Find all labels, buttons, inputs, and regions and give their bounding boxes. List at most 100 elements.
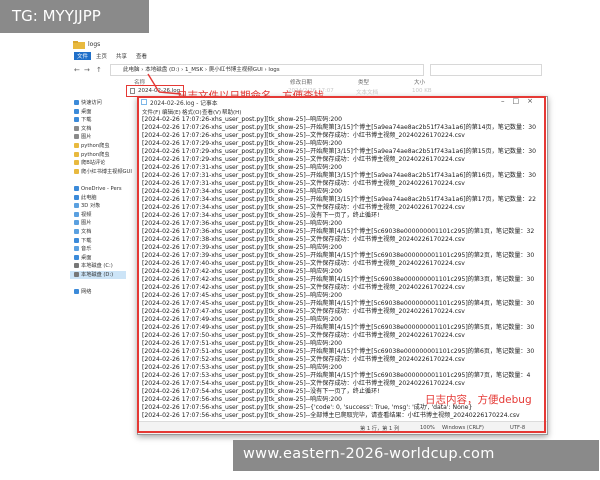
nav-item[interactable]: 图片 (74, 133, 91, 141)
nav-item[interactable]: OneDrive - Pers (74, 185, 122, 193)
star-icon (74, 100, 79, 105)
nav-item-label: 文档 (81, 125, 92, 132)
nav-item[interactable]: 图片 (74, 219, 91, 227)
menu-file[interactable]: 文件(F) (142, 108, 160, 116)
status-encoding: UTF-8 (510, 425, 526, 431)
tab-share[interactable]: 共享 (116, 52, 127, 60)
nav-item[interactable]: 爬B站评论 (74, 159, 105, 167)
download-icon (74, 117, 79, 123)
folder-icon (74, 151, 79, 157)
picture-icon (74, 134, 79, 140)
nav-item[interactable]: 此电脑 (74, 194, 97, 202)
nav-item-label: 3D 对象 (81, 203, 101, 210)
nav-item-label: 本地磁盘 (C:) (81, 263, 113, 270)
nav-item-label: 快速访问 (81, 100, 102, 106)
status-position: 第 1 行，第 1 列 (360, 426, 400, 432)
nav-item[interactable]: python爬虫 (74, 151, 110, 159)
file-type: 文本文档 (356, 90, 379, 96)
watermark-text: www.eastern-2026-worldcup.com (243, 446, 495, 462)
nav-item[interactable]: 本地磁盘 (D:) (70, 271, 126, 279)
nav-item[interactable]: 视频 (74, 211, 91, 219)
nav-item-label: 爬B站评论 (81, 160, 106, 167)
nav-item-label: 本地磁盘 (D:) (81, 272, 114, 278)
nav-item[interactable]: 桌面 (74, 254, 91, 262)
annotation-log-content: 日志内容，方便debug (425, 394, 532, 406)
nav-item[interactable]: 快速访问 (74, 99, 102, 107)
video-icon (74, 211, 79, 217)
nav-item[interactable]: 文档 (74, 228, 91, 236)
tab-file[interactable]: 文件 (74, 52, 92, 60)
notepad-icon (141, 99, 147, 105)
close-icon[interactable]: × (527, 97, 541, 105)
tab-home[interactable]: 主页 (96, 52, 107, 60)
window-controls: –□× (501, 97, 541, 105)
nav-item-label: 爬小红书博主视频GUI (81, 168, 132, 175)
file-size: 100 KB (412, 88, 432, 94)
nav-item-label: 下载 (81, 117, 92, 124)
notepad-statusbar: 第 1 行，第 1 列 100% Windows (CRLF) UTF-8 (138, 421, 547, 434)
column-headers: 名称 修改日期 类型 大小 (128, 77, 548, 87)
log-line: [2024-02-26 17:07:56-xhs_user_post.py][t… (142, 412, 520, 419)
search-input[interactable] (430, 64, 542, 76)
music-icon (74, 246, 79, 252)
nav-item-label: OneDrive - Pers (81, 186, 122, 192)
folder-icon (73, 41, 85, 49)
nav-item[interactable]: 桌面 (74, 108, 91, 116)
nav-item[interactable]: 网络 (74, 288, 91, 296)
menu-edit[interactable]: 编辑(E) (162, 108, 181, 116)
notepad-titlebar: 2024-02-26.log - 记事本 –□× (138, 97, 547, 107)
menu-format[interactable]: 格式(O) (182, 108, 202, 116)
network-icon (74, 289, 79, 295)
up-arrow-icon[interactable]: ↑ (96, 66, 102, 74)
cloud-icon (74, 186, 79, 191)
nav-item[interactable]: 本地磁盘 (C:) (74, 262, 113, 270)
column-type[interactable]: 类型 (358, 78, 369, 86)
nav-item[interactable]: 下载 (74, 237, 91, 245)
notepad-text-area[interactable]: [2024-02-26 17:07:26-xhs_user_post.py][t… (140, 116, 545, 419)
nav-item-label: python爬虫 (81, 151, 110, 158)
nav-item-label: 视频 (81, 211, 92, 218)
tg-tag-overlay: TG: MYYJJPP (0, 0, 149, 33)
status-zoom: 100% (420, 425, 435, 431)
menu-view[interactable]: 查看(V) (202, 108, 221, 116)
nav-item[interactable]: python爬虫 (74, 142, 110, 150)
column-size[interactable]: 大小 (414, 78, 425, 86)
nav-item-label: 网络 (81, 289, 92, 296)
desktop-icon (74, 108, 79, 114)
nav-item-label: 图片 (81, 220, 92, 227)
nav-item[interactable]: 下载 (74, 116, 91, 124)
nav-item-label: python爬虫 (81, 143, 110, 149)
nav-item-label: 此电脑 (81, 194, 97, 201)
folder-icon (74, 160, 79, 166)
nav-item[interactable]: 文档 (74, 125, 91, 133)
nav-item-label: 音乐 (81, 246, 92, 253)
folder-icon (74, 168, 79, 174)
nav-item[interactable]: 爬小红书博主视频GUI (74, 168, 132, 176)
picture-icon (74, 220, 79, 226)
nav-item-label: 图片 (81, 134, 92, 141)
column-modified[interactable]: 修改日期 (290, 78, 312, 86)
download-icon (74, 237, 79, 243)
notepad-menubar: 文件(F) 编辑(E) 格式(O) 查看(V) 帮助(H) (138, 107, 547, 116)
desktop-icon (74, 254, 79, 260)
nav-item-label: 文档 (81, 229, 92, 235)
nav-item[interactable]: 3D 对象 (74, 202, 100, 210)
menu-help[interactable]: 帮助(H) (222, 108, 241, 116)
notepad-window: 2024-02-26.log - 记事本 –□× 文件(F) 编辑(E) 格式(… (137, 96, 548, 435)
document-icon (74, 229, 79, 234)
navigation-pane: 快速访问 桌面 下载 文档 图片 python爬虫 python爬虫 爬B站评论 爬小红书博主视… (70, 77, 132, 441)
nav-item-label: 下载 (81, 237, 92, 244)
forward-arrow-icon[interactable]: → (84, 66, 90, 74)
text-file-icon (130, 88, 135, 94)
tab-view[interactable]: 查看 (136, 52, 147, 60)
status-eol: Windows (CRLF) (442, 425, 484, 431)
nav-item[interactable]: 音乐 (74, 245, 91, 253)
nav-item-label: 桌面 (81, 254, 92, 261)
back-arrow-icon[interactable]: ← (74, 66, 80, 74)
maximize-icon[interactable]: □ (513, 97, 528, 105)
folder-icon (74, 143, 79, 148)
address-bar-row: ← → ↑ 此电脑 › 本地磁盘 (D:) › 1_MSK › 爬小红书博主视频… (70, 63, 548, 76)
document-icon (74, 125, 79, 131)
ribbon-tabs: 文件 主页 共享 查看 (70, 51, 548, 61)
minimize-icon[interactable]: – (501, 97, 513, 105)
